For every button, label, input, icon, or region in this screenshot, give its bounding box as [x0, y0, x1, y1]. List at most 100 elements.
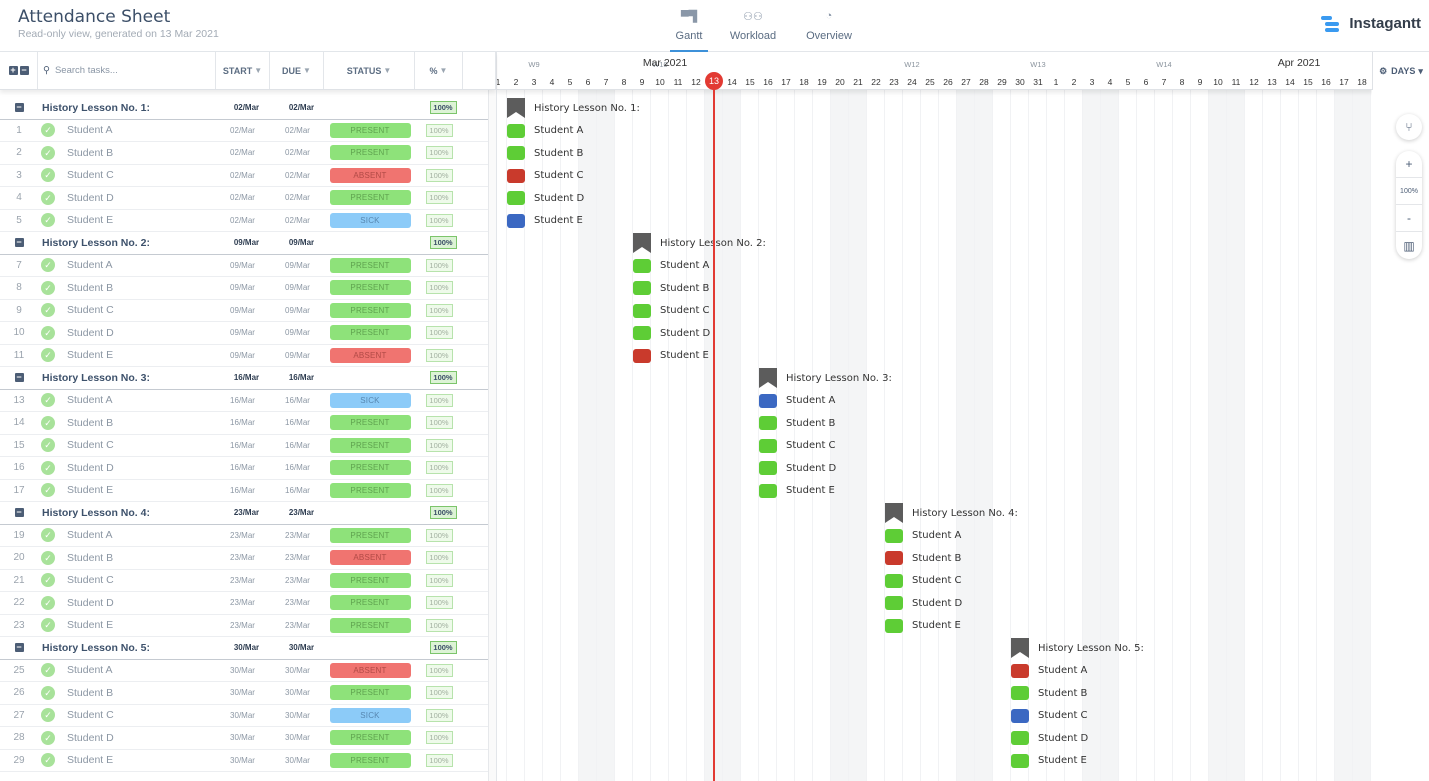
task-name[interactable]: Student A: [67, 529, 113, 541]
group-row[interactable]: − History Lesson No. 2: 09/Mar 09/Mar 100%: [0, 232, 488, 255]
gantt-task[interactable]: Student D: [1011, 727, 1088, 749]
completed-check-icon[interactable]: ✓: [41, 190, 55, 205]
task-row[interactable]: 19 ✓ Student A 23/Mar 23/Mar PRESENT 100%: [0, 525, 488, 547]
gantt-milestone[interactable]: History Lesson No. 3:: [759, 367, 892, 389]
group-row[interactable]: − History Lesson No. 1: 02/Mar 02/Mar 100%: [0, 97, 488, 120]
time-scale-dropdown[interactable]: ⚙ DAYS ▾: [1372, 52, 1429, 90]
completed-check-icon[interactable]: ✓: [41, 618, 55, 633]
status-badge[interactable]: SICK: [329, 707, 411, 723]
gantt-milestone[interactable]: History Lesson No. 5:: [1011, 637, 1144, 659]
task-row[interactable]: 27 ✓ Student C 30/Mar 30/Mar SICK 100%: [0, 705, 488, 727]
task-name[interactable]: Student E: [67, 349, 113, 361]
column-due[interactable]: DUE ▼: [270, 52, 324, 89]
completed-check-icon[interactable]: ✓: [41, 168, 55, 183]
group-row[interactable]: − History Lesson No. 4: 23/Mar 23/Mar 100%: [0, 502, 488, 525]
task-row[interactable]: 5 ✓ Student E 02/Mar 02/Mar SICK 100%: [0, 210, 488, 232]
gantt-task[interactable]: Student A: [759, 390, 835, 412]
task-bar[interactable]: [759, 416, 777, 430]
task-row[interactable]: 13 ✓ Student A 16/Mar 16/Mar SICK 100%: [0, 390, 488, 412]
task-row[interactable]: 4 ✓ Student D 02/Mar 02/Mar PRESENT 100%: [0, 187, 488, 210]
task-bar[interactable]: [759, 393, 777, 408]
completed-check-icon[interactable]: ✓: [41, 460, 55, 475]
task-row[interactable]: 7 ✓ Student A 09/Mar 09/Mar PRESENT 100%: [0, 255, 488, 277]
collapse-group-icon[interactable]: −: [14, 373, 24, 383]
task-row[interactable]: 20 ✓ Student B 23/Mar 23/Mar ABSENT 100%: [0, 547, 488, 570]
completed-check-icon[interactable]: ✓: [41, 483, 55, 498]
task-bar[interactable]: [885, 528, 903, 543]
task-row[interactable]: 1 ✓ Student A 02/Mar 02/Mar PRESENT 100%: [0, 120, 488, 142]
task-bar[interactable]: [633, 326, 651, 340]
task-bar[interactable]: [633, 281, 651, 295]
task-row[interactable]: 28 ✓ Student D 30/Mar 30/Mar PRESENT 100%: [0, 727, 488, 750]
task-name[interactable]: Student D: [67, 732, 114, 744]
completed-check-icon[interactable]: ✓: [41, 123, 55, 138]
completed-check-icon[interactable]: ✓: [41, 595, 55, 610]
task-name[interactable]: Student B: [67, 417, 113, 429]
task-row[interactable]: 3 ✓ Student C 02/Mar 02/Mar ABSENT 100%: [0, 165, 488, 187]
gantt-task[interactable]: Student C: [759, 435, 836, 457]
task-name[interactable]: Student D: [67, 462, 114, 474]
task-bar[interactable]: [507, 213, 525, 228]
task-bar[interactable]: [885, 573, 903, 588]
task-name[interactable]: Student C: [67, 304, 114, 316]
status-badge[interactable]: PRESENT: [329, 145, 411, 161]
status-badge[interactable]: PRESENT: [329, 325, 411, 341]
gantt-task[interactable]: Student B: [633, 277, 709, 299]
task-bar[interactable]: [507, 123, 525, 138]
status-badge[interactable]: PRESENT: [329, 685, 411, 701]
completed-check-icon[interactable]: ✓: [41, 393, 55, 408]
status-badge[interactable]: PRESENT: [329, 595, 411, 611]
task-row[interactable]: 21 ✓ Student C 23/Mar 23/Mar PRESENT 100%: [0, 570, 488, 592]
gantt-task[interactable]: Student A: [507, 120, 583, 142]
gantt-task[interactable]: Student A: [1011, 660, 1087, 682]
task-name[interactable]: Student B: [67, 147, 113, 159]
status-badge[interactable]: PRESENT: [329, 190, 411, 206]
search-input[interactable]: Search tasks...: [55, 65, 118, 76]
task-name[interactable]: Student C: [67, 574, 114, 586]
task-row[interactable]: 29 ✓ Student E 30/Mar 30/Mar PRESENT 100%: [0, 750, 488, 772]
gantt-task[interactable]: Student B: [1011, 682, 1087, 704]
filter-icon[interactable]: ▼: [254, 66, 262, 75]
gantt-milestone[interactable]: History Lesson No. 2:: [633, 232, 766, 254]
status-badge[interactable]: PRESENT: [329, 437, 411, 453]
filter-icon[interactable]: ▼: [303, 66, 311, 75]
completed-check-icon[interactable]: ✓: [41, 258, 55, 273]
task-name[interactable]: Student E: [67, 484, 113, 496]
gantt-task[interactable]: Student C: [1011, 705, 1088, 727]
completed-check-icon[interactable]: ✓: [41, 708, 55, 723]
task-bar[interactable]: [885, 618, 903, 633]
task-bar[interactable]: [1011, 731, 1029, 745]
gantt-task[interactable]: Student B: [885, 547, 961, 569]
task-name[interactable]: Student D: [67, 597, 114, 609]
task-name[interactable]: Student A: [67, 394, 113, 406]
completed-check-icon[interactable]: ✓: [41, 573, 55, 588]
collapse-group-icon[interactable]: −: [14, 643, 24, 653]
task-bar[interactable]: [885, 596, 903, 610]
gantt-task[interactable]: Student E: [1011, 750, 1087, 772]
collapse-group-icon[interactable]: −: [14, 508, 24, 518]
task-row[interactable]: 16 ✓ Student D 16/Mar 16/Mar PRESENT 100%: [0, 457, 488, 480]
task-row[interactable]: 22 ✓ Student D 23/Mar 23/Mar PRESENT 100%: [0, 592, 488, 615]
task-name[interactable]: Student E: [67, 619, 113, 631]
status-badge[interactable]: PRESENT: [329, 460, 411, 476]
column-start[interactable]: START ▼: [216, 52, 270, 89]
task-name[interactable]: Student D: [67, 327, 114, 339]
completed-check-icon[interactable]: ✓: [41, 685, 55, 700]
task-row[interactable]: 9 ✓ Student C 09/Mar 09/Mar PRESENT 100%: [0, 300, 488, 322]
task-name[interactable]: Student C: [67, 439, 114, 451]
group-row[interactable]: − History Lesson No. 5: 30/Mar 30/Mar 100%: [0, 637, 488, 660]
status-badge[interactable]: ABSENT: [329, 167, 411, 183]
completed-check-icon[interactable]: ✓: [41, 213, 55, 228]
collapse-group-icon[interactable]: −: [14, 103, 24, 113]
status-badge[interactable]: PRESENT: [329, 280, 411, 296]
task-row[interactable]: 8 ✓ Student B 09/Mar 09/Mar PRESENT 100%: [0, 277, 488, 300]
completed-check-icon[interactable]: ✓: [41, 280, 55, 295]
status-badge[interactable]: PRESENT: [329, 527, 411, 543]
gantt-task[interactable]: Student E: [507, 210, 583, 232]
column-percent[interactable]: % ▼: [415, 52, 463, 89]
map-icon[interactable]: ▥: [1396, 232, 1422, 259]
task-bar[interactable]: [507, 191, 525, 205]
task-row[interactable]: 26 ✓ Student B 30/Mar 30/Mar PRESENT 100%: [0, 682, 488, 705]
gantt-milestone[interactable]: History Lesson No. 1:: [507, 97, 640, 119]
task-row[interactable]: 25 ✓ Student A 30/Mar 30/Mar ABSENT 100%: [0, 660, 488, 682]
